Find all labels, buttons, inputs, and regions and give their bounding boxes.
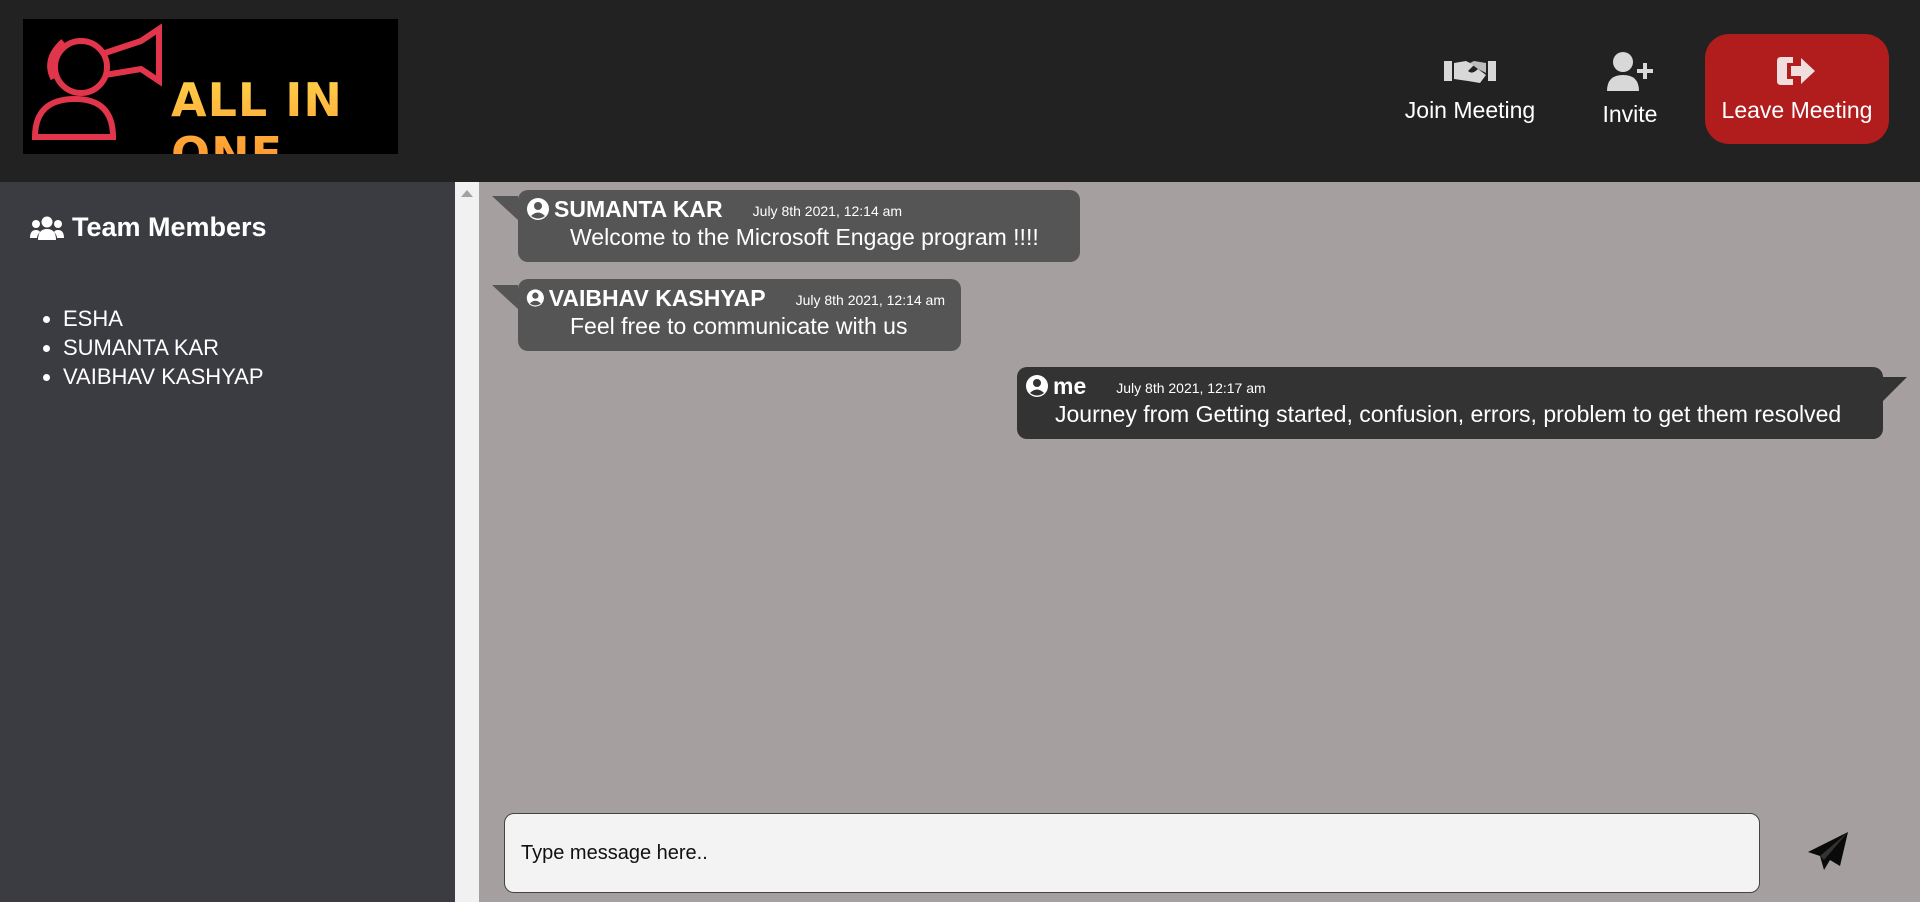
message-text: Feel free to communicate with us (570, 313, 908, 339)
message-sender: me (1053, 372, 1087, 399)
chat-scrollbar[interactable] (455, 182, 479, 902)
message-bubble: VAIBHAV KASHYAP July 8th 2021, 12:14 am … (492, 279, 961, 351)
message-timestamp: July 8th 2021, 12:17 am (1116, 380, 1266, 396)
paper-plane-icon (1808, 832, 1848, 870)
bubble-tail (1883, 377, 1907, 401)
leave-meeting-label: Leave Meeting (1721, 96, 1873, 123)
bubble-tail (492, 196, 518, 220)
team-members-title: Team Members (72, 212, 267, 242)
user-circle-icon (527, 198, 549, 220)
message-timestamp: July 8th 2021, 12:14 am (795, 292, 945, 308)
invite-button[interactable]: Invite (1580, 34, 1680, 144)
handshake-icon (1444, 60, 1496, 83)
join-meeting-label: Join Meeting (1404, 96, 1536, 123)
bubble-tail (492, 285, 518, 309)
scroll-up-arrow-icon[interactable] (461, 190, 473, 197)
message-input[interactable] (504, 813, 1760, 893)
message-bubble-own: me July 8th 2021, 12:17 am Journey from … (1017, 367, 1907, 439)
list-item: SUMANTA KAR (63, 333, 264, 362)
user-circle-icon (526, 289, 544, 307)
team-members-heading: Team Members (30, 212, 267, 243)
leave-meeting-button[interactable]: Leave Meeting (1705, 34, 1889, 144)
send-button[interactable] (1806, 830, 1850, 874)
message-bubble: SUMANTA KAR July 8th 2021, 12:14 am Welc… (492, 190, 1080, 262)
message-sender: SUMANTA KAR (554, 195, 723, 222)
logo-text: ALL IN ONE (171, 73, 398, 154)
list-item: ESHA (63, 304, 264, 333)
sign-out-icon (1777, 56, 1815, 85)
app-header: ALL IN ONE Join Meeting Invite Leave Mee… (0, 0, 1920, 182)
message-text: Journey from Getting started, confusion,… (1055, 401, 1842, 427)
team-members-sidebar: Team Members ESHA SUMANTA KAR VAIBHAV KA… (0, 182, 455, 902)
user-plus-icon (1607, 51, 1653, 91)
message-text: Welcome to the Microsoft Engage program … (570, 224, 1039, 250)
member-list: ESHA SUMANTA KAR VAIBHAV KASHYAP (30, 304, 264, 391)
list-item: VAIBHAV KASHYAP (63, 362, 264, 391)
join-meeting-button[interactable]: Join Meeting (1390, 34, 1550, 144)
users-icon (30, 216, 64, 240)
logo-person-camera-icon (31, 23, 162, 140)
invite-label: Invite (1602, 100, 1658, 127)
message-sender: VAIBHAV KASHYAP (548, 284, 766, 311)
message-timestamp: July 8th 2021, 12:14 am (752, 203, 903, 219)
user-circle-icon (1026, 375, 1048, 397)
app-logo: ALL IN ONE (23, 19, 398, 154)
